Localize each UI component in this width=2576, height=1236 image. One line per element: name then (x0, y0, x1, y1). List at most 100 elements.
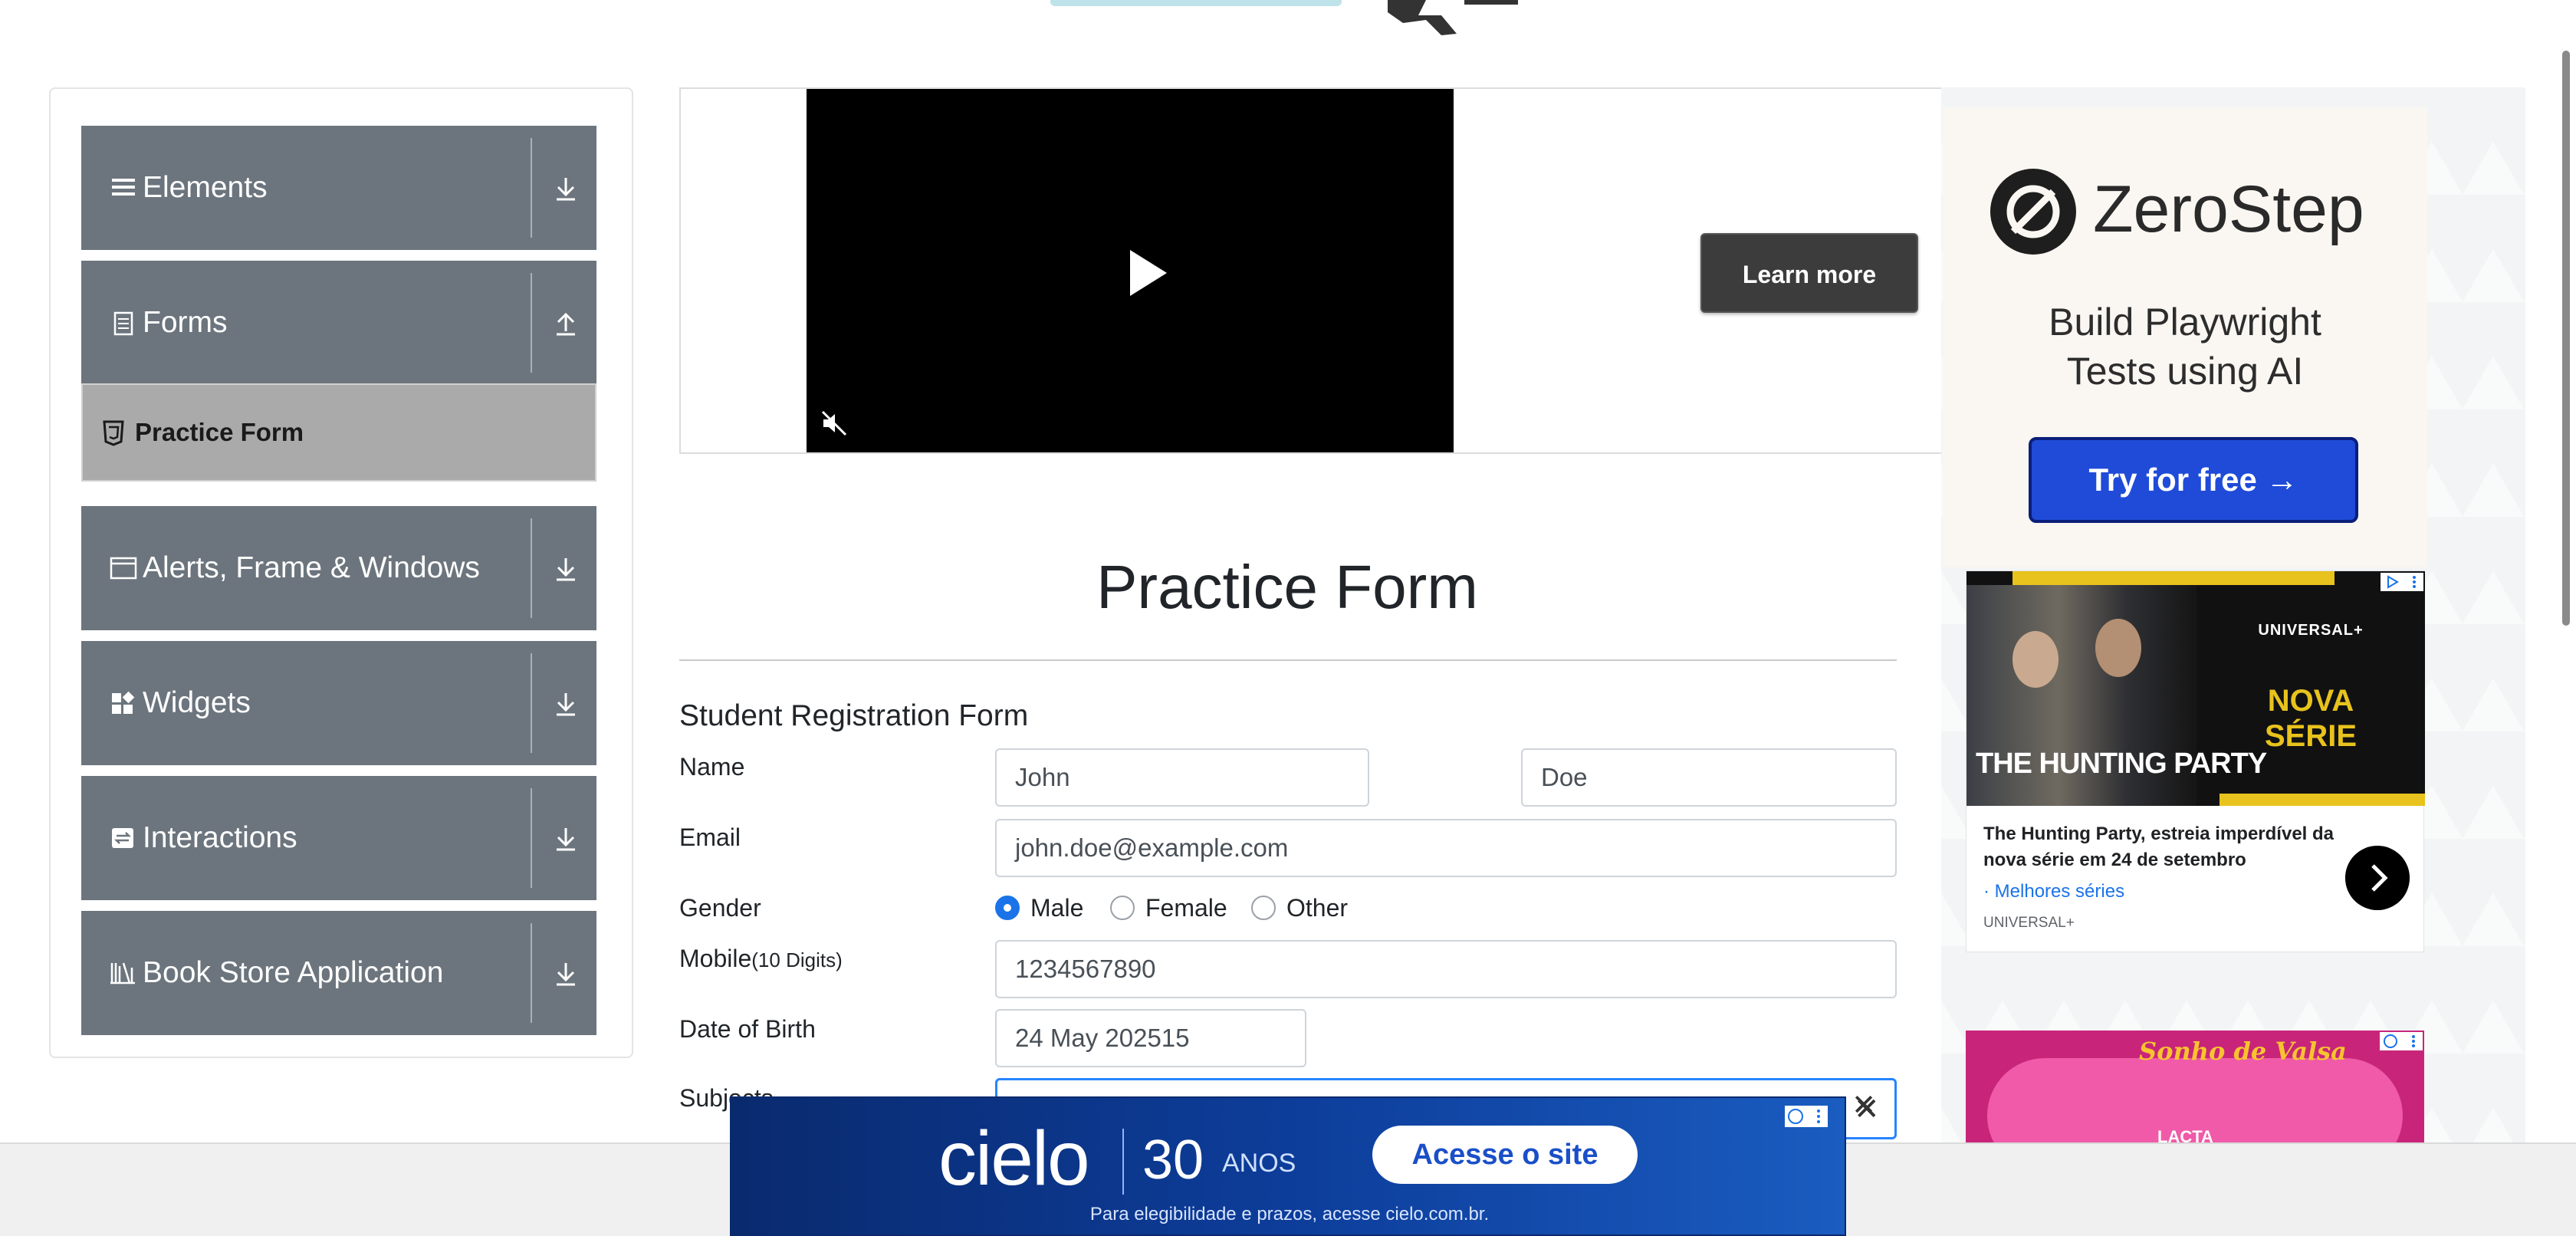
video-ad: Learn more (679, 87, 1944, 454)
download-arrow-icon (557, 693, 575, 716)
chevron-right-icon[interactable] (2345, 846, 2410, 910)
html5-icon (103, 420, 124, 446)
ad-description: The Hunting Party, estreia imperdível da… (1983, 823, 2334, 870)
form-subtitle: Student Registration Form (679, 699, 1029, 732)
download-arrow-icon (557, 558, 575, 581)
zerostep-tagline-line2: Tests using AI (2066, 350, 2304, 393)
download-arrow-icon (557, 828, 575, 851)
hamburger-icon (112, 179, 135, 196)
radio-label[interactable]: Other (1286, 894, 1348, 922)
video-player[interactable] (807, 89, 1454, 452)
divider (679, 659, 1897, 661)
interactions-icon (112, 828, 133, 848)
sidebar-group-alerts[interactable]: Alerts, Frame & Windows (81, 506, 596, 630)
mobile-label: Mobile(10 Digits) (679, 945, 843, 973)
sidebar-group-label: Forms (143, 306, 228, 339)
page-title: Practice Form (1096, 553, 1478, 621)
nova-text: NOVA (2267, 684, 2354, 718)
gender-label: Gender (679, 894, 761, 922)
cielo-disclaimer: Para elegibilidade e prazos, acesse ciel… (1089, 1204, 1490, 1224)
adchoices-icon[interactable] (1785, 1106, 1828, 1127)
toolsqa-logo-icon (1388, 0, 1518, 35)
site-logo[interactable] (1050, 0, 1541, 37)
ad-source: UNIVERSAL+ (1983, 915, 2075, 931)
last-name-input[interactable]: Doe (1521, 748, 1897, 807)
cielo-30-years: 30 (1142, 1129, 1204, 1191)
acesse-o-site-button[interactable]: Acesse o site (1372, 1126, 1638, 1184)
sidebar-group-elements[interactable]: Elements (81, 126, 596, 250)
upload-arrow-icon (557, 312, 575, 336)
divider (531, 273, 532, 373)
decor-stripe (2220, 794, 2425, 806)
zerostep-logo-icon (1990, 169, 2076, 255)
adchoices-icon[interactable] (2380, 1032, 2423, 1050)
email-label: Email (679, 823, 741, 851)
sonho-logo: Sonho de Valsa (2139, 1037, 2347, 1066)
try-for-free-button[interactable]: Try for free → (2029, 437, 2358, 523)
email-input[interactable]: john.doe@example.com (995, 819, 1897, 877)
divider (531, 138, 532, 238)
scrollbar-thumb[interactable] (2562, 51, 2570, 626)
sidebar-group-forms[interactable]: Forms (81, 261, 596, 385)
divider (531, 923, 532, 1023)
ad-image: THE HUNTING PARTY UNIVERSAL+ NOVA SÉRIE (1967, 571, 2425, 806)
page-scrollbar[interactable] (2561, 46, 2573, 1150)
sidebar-group-label: Book Store Application (143, 956, 444, 989)
sidebar-group-label: Elements (143, 171, 268, 204)
divider (531, 788, 532, 888)
radio-label[interactable]: Female (1145, 894, 1227, 922)
document-icon (113, 311, 133, 336)
sidebar-item-practice-form[interactable]: Practice Form (81, 383, 596, 482)
gender-radio-other[interactable]: Other (1251, 892, 1348, 923)
download-arrow-icon (557, 963, 575, 986)
actor-face (2013, 631, 2058, 688)
learn-more-button[interactable]: Learn more (1700, 233, 1918, 313)
window-icon (110, 557, 137, 580)
channel-brand: UNIVERSAL+ (2258, 622, 2364, 639)
adchoices-icon[interactable] (2380, 573, 2423, 591)
cielo-logo: cielo (938, 1116, 1090, 1201)
play-icon[interactable] (1127, 248, 1170, 297)
radio-button[interactable] (1110, 896, 1135, 920)
radio-button[interactable] (995, 896, 1020, 920)
cielo-ad[interactable]: cielo 30 ANOS Acesse o site Para elegibi… (730, 1096, 1846, 1236)
first-name-input[interactable]: John (995, 748, 1369, 807)
ad-link-label: Melhores séries (1994, 881, 2125, 902)
sidebar-group-book-store[interactable]: Book Store Application (81, 911, 596, 1035)
radio-button[interactable] (1251, 896, 1276, 920)
sidebar-group-label: Interactions (143, 821, 297, 854)
zerostep-tagline-line1: Build Playwright (2049, 301, 2321, 344)
divider (1122, 1129, 1124, 1195)
cielo-anos: ANOS (1222, 1149, 1296, 1178)
mobile-input[interactable]: 1234567890 (995, 940, 1897, 998)
sidebar-group-widgets[interactable]: Widgets (81, 641, 596, 765)
serie-text: SÉRIE (2264, 719, 2358, 753)
download-arrow-icon (557, 178, 575, 201)
divider (531, 518, 532, 618)
name-label: Name (679, 753, 745, 781)
nova-serie-text: NOVA SÉRIE (2196, 683, 2425, 754)
mute-icon[interactable] (820, 409, 848, 437)
hunting-party-ad[interactable]: THE HUNTING PARTY UNIVERSAL+ NOVA SÉRIE … (1966, 570, 2425, 952)
dob-label: Date of Birth (679, 1015, 816, 1043)
sonho-de-valsa-ad[interactable]: Sonho de Valsa LACTA (1966, 1031, 2424, 1146)
sidebar-group-label: Alerts, Frame & Windows (143, 551, 480, 584)
zerostep-ad[interactable]: ZeroStep Build Playwright Tests using AI… (1943, 107, 2427, 567)
radio-label[interactable]: Male (1030, 894, 1083, 922)
mobile-hint: (10 Digits) (751, 948, 843, 971)
sidebar-group-label: Widgets (143, 686, 251, 719)
sidebar-item-label: Practice Form (135, 418, 304, 446)
widgets-icon (112, 691, 135, 714)
ad-link[interactable]: · Melhores séries (1983, 881, 2124, 902)
logo-text-fragment (1050, 0, 1342, 6)
date-of-birth-input[interactable]: 24 May 202515 (995, 1009, 1306, 1067)
books-icon (110, 962, 135, 985)
gender-radio-female[interactable]: Female (1110, 892, 1227, 923)
sidebar-group-interactions[interactable]: Interactions (81, 776, 596, 900)
gender-radio-male[interactable]: Male (995, 892, 1083, 923)
decor-stripe (2013, 571, 2334, 585)
zerostep-brand: ZeroStep (2093, 173, 2364, 246)
zerostep-tagline: Build Playwright Tests using AI (1943, 297, 2427, 396)
close-ad-button[interactable]: ✕ (1854, 1092, 1880, 1127)
mobile-label-text: Mobile (679, 945, 752, 972)
